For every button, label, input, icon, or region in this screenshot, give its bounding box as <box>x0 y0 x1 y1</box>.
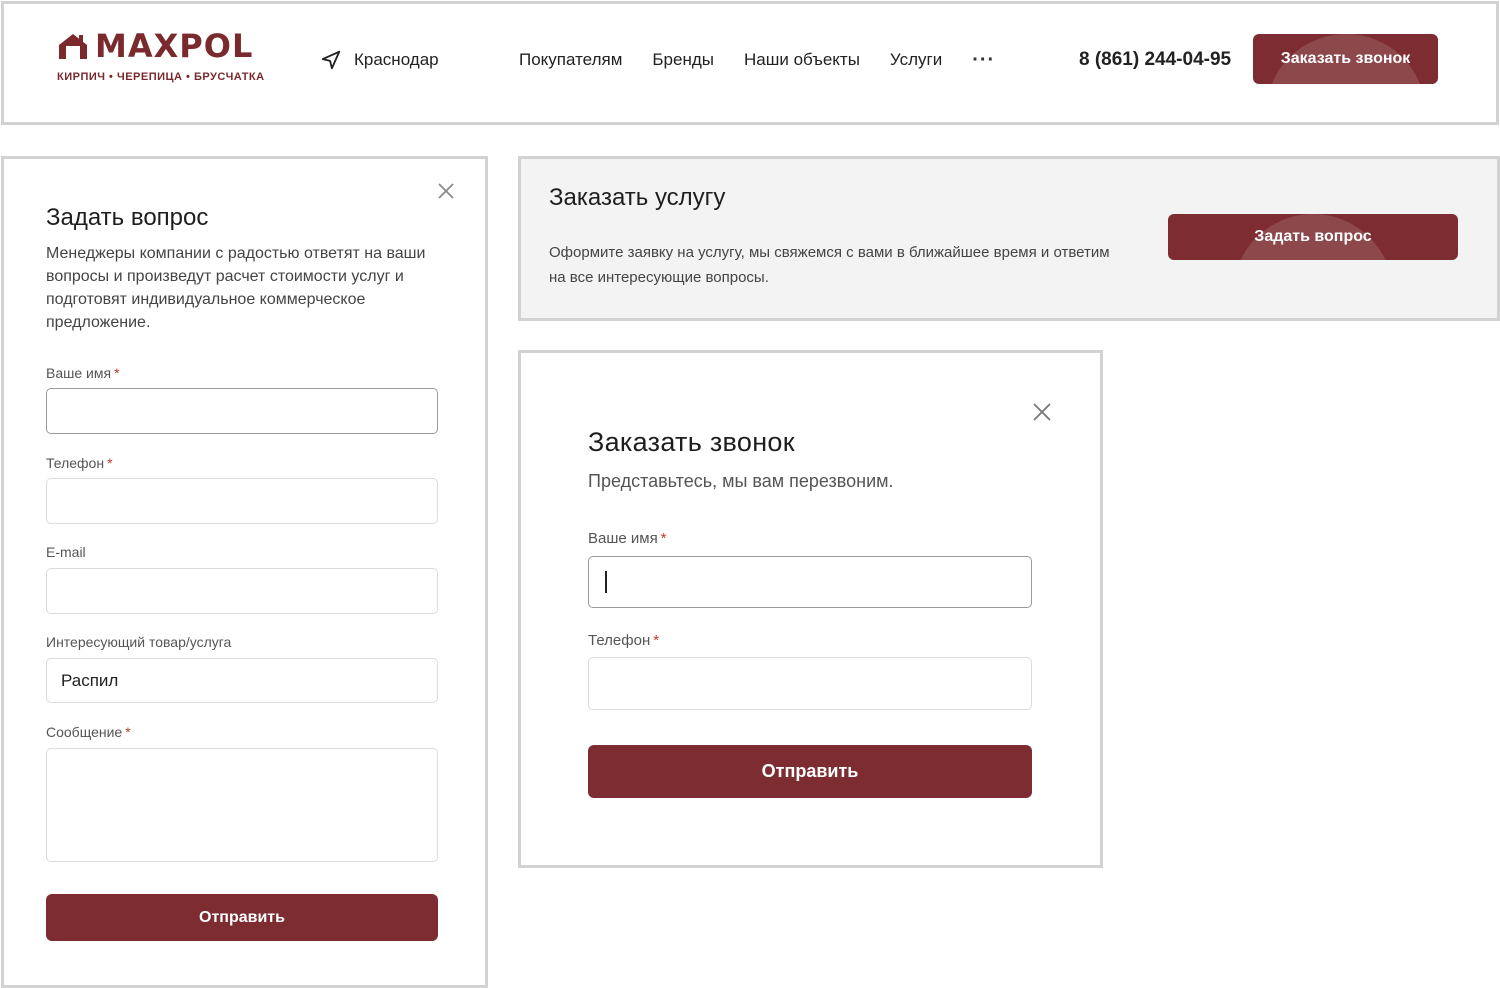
phone-label-text: Телефон <box>588 632 651 649</box>
nav-item-objects[interactable]: Наши объекты <box>744 50 860 70</box>
product-label: Интересующий товар/услуга <box>46 634 232 650</box>
order-call-button-label: Заказать звонок <box>1280 50 1411 67</box>
house-icon <box>59 34 87 59</box>
name-label: Ваше имя * <box>46 365 120 381</box>
callback-submit-label: Отправить <box>761 761 859 781</box>
required-mark: * <box>107 455 113 471</box>
callback-name-input[interactable] <box>588 556 1032 608</box>
main-nav: Покупателям Бренды Наши объекты Услуги ·… <box>519 50 995 70</box>
ask-email-input[interactable] <box>46 568 438 614</box>
order-call-button[interactable]: Заказать звонок <box>1253 34 1438 84</box>
nav-item-buyers[interactable]: Покупателям <box>519 50 622 70</box>
ask-submit-label: Отправить <box>199 908 285 926</box>
required-mark: * <box>125 724 131 740</box>
email-label: E-mail <box>46 544 86 560</box>
logo-mark: MAXPOL <box>57 27 267 65</box>
close-icon[interactable] <box>437 182 455 200</box>
callback-submit-button[interactable]: Отправить <box>588 745 1032 798</box>
nav-item-services[interactable]: Услуги <box>890 50 942 70</box>
phone-label: Телефон * <box>588 632 659 649</box>
nav-item-brands[interactable]: Бренды <box>652 50 714 70</box>
more-menu-icon[interactable]: ··· <box>972 50 995 70</box>
name-label-text: Ваше имя <box>588 530 658 547</box>
ask-question-button[interactable]: Задать вопрос <box>1168 214 1458 260</box>
ask-phone-input[interactable] <box>46 478 438 524</box>
ask-product-input[interactable]: Распил <box>46 658 438 703</box>
ask-message-textarea[interactable] <box>46 748 438 862</box>
ask-question-button-label: Задать вопрос <box>1254 228 1372 245</box>
required-mark: * <box>653 632 660 649</box>
name-label: Ваше имя * <box>588 530 667 547</box>
ask-name-input[interactable] <box>46 388 438 434</box>
callback-phone-input[interactable] <box>588 657 1032 710</box>
message-label: Сообщение * <box>46 724 131 740</box>
ask-submit-button[interactable]: Отправить <box>46 894 438 941</box>
logo-tagline: КИРПИЧ • ЧЕРЕПИЦА • БРУСЧАТКА <box>57 71 265 83</box>
callback-modal-title: Заказать звонок <box>588 427 795 457</box>
logo-wordmark: MAXPOL <box>95 27 254 65</box>
city-label: Краснодар <box>354 50 439 69</box>
ask-modal-description: Менеджеры компании с радостью ответят на… <box>46 245 426 331</box>
required-mark: * <box>114 365 120 381</box>
logo[interactable]: MAXPOL КИРПИЧ • ЧЕРЕПИЦА • БРУСЧАТКА <box>57 27 267 83</box>
message-label-text: Сообщение <box>46 724 123 740</box>
header-phone[interactable]: 8 (861) 244-04-95 <box>1079 49 1231 71</box>
phone-label-text: Телефон <box>46 455 105 471</box>
phone-label: Телефон * <box>46 455 113 471</box>
ask-modal-title: Задать вопрос <box>46 204 209 231</box>
service-title: Заказать услугу <box>549 184 726 211</box>
close-icon[interactable] <box>1032 402 1052 422</box>
service-description: Оформите заявку на услугу, мы свяжемся с… <box>549 244 1110 286</box>
city-selector[interactable]: Краснодар <box>320 49 439 71</box>
name-label-text: Ваше имя <box>46 365 112 381</box>
callback-modal-subtitle: Представьтесь, мы вам перезвоним. <box>588 471 894 491</box>
location-arrow-icon <box>321 50 341 70</box>
required-mark: * <box>660 530 667 547</box>
text-caret <box>605 571 607 593</box>
